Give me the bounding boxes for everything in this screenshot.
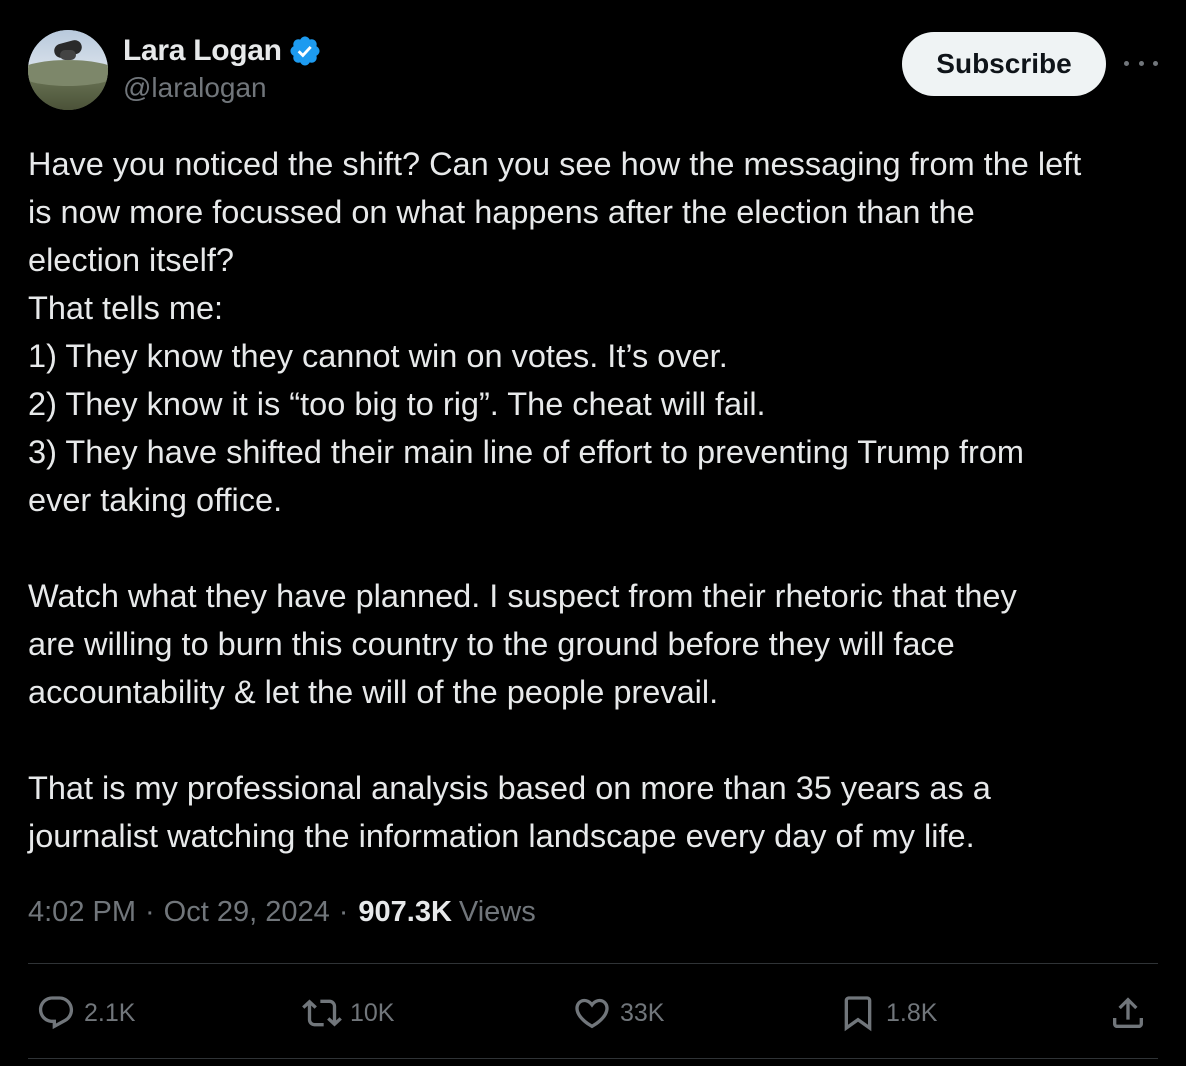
tweet-line: 3) They have shifted their main line of … [28,434,1024,470]
action-bar: 2.1K 10K 33K 1.8K [28,988,1158,1038]
tweet-line: Watch what they have planned. I suspect … [28,578,1017,614]
more-icon[interactable] [1124,48,1158,78]
tweet-text: Have you noticed the shift? Can you see … [28,140,1168,860]
repost-button[interactable]: 10K [302,988,394,1038]
tweet-line: That tells me: [28,290,224,326]
like-button[interactable]: 33K [572,988,664,1038]
like-icon [575,998,609,1029]
tweet-line: journalist watching the information land… [28,818,975,854]
tweet-line: accountability & let the will of the peo… [28,674,719,710]
views-label: Views [458,895,536,928]
tweet-line: Have you noticed the shift? Can you see … [28,146,1082,182]
tweet-meta: 4:02 PM · Oct 29, 2024 · 907.3K Views [28,893,536,931]
verified-badge-icon[interactable] [288,34,322,68]
tweet-line: election itself? [28,242,234,278]
share-icon [1113,997,1143,1028]
subscribe-button[interactable]: Subscribe [902,32,1106,96]
tweet-time[interactable]: 4:02 PM [28,896,136,929]
author-handle[interactable]: @laralogan [123,72,322,104]
reply-button[interactable]: 2.1K [36,988,135,1038]
tweet-line: That is my professional analysis based o… [28,770,991,806]
author-name[interactable]: Lara Logan [123,34,282,68]
tweet-date[interactable]: Oct 29, 2024 [164,896,330,929]
share-button[interactable] [1108,988,1148,1038]
bookmark-count: 1.8K [886,998,938,1027]
repost-icon [302,999,342,1027]
avatar[interactable] [28,30,108,110]
repost-count: 10K [350,998,395,1027]
separator-dot: · [145,895,155,928]
like-count: 33K [620,998,665,1027]
tweet-line: 2) They know it is “too big to rig”. The… [28,386,766,422]
divider [28,963,1158,964]
author-info: Lara Logan @laralogan [123,34,322,104]
divider [28,1058,1158,1059]
tweet-line: ever taking office. [28,482,283,518]
views-count[interactable]: 907.3K [358,896,452,929]
bookmark-icon [844,996,872,1032]
tweet-header: Lara Logan @laralogan Subscribe [28,30,1158,114]
reply-count: 2.1K [84,998,136,1027]
tweet-line: are willing to burn this country to the … [28,626,955,662]
tweet-line [28,524,1168,572]
bookmark-button[interactable]: 1.8K [838,988,937,1038]
separator-dot: · [338,895,349,928]
tweet-line: is now more focussed on what happens aft… [28,194,975,230]
reply-icon [38,996,74,1030]
tweet-line [28,716,1168,764]
tweet-line: 1) They know they cannot win on votes. I… [28,338,728,374]
